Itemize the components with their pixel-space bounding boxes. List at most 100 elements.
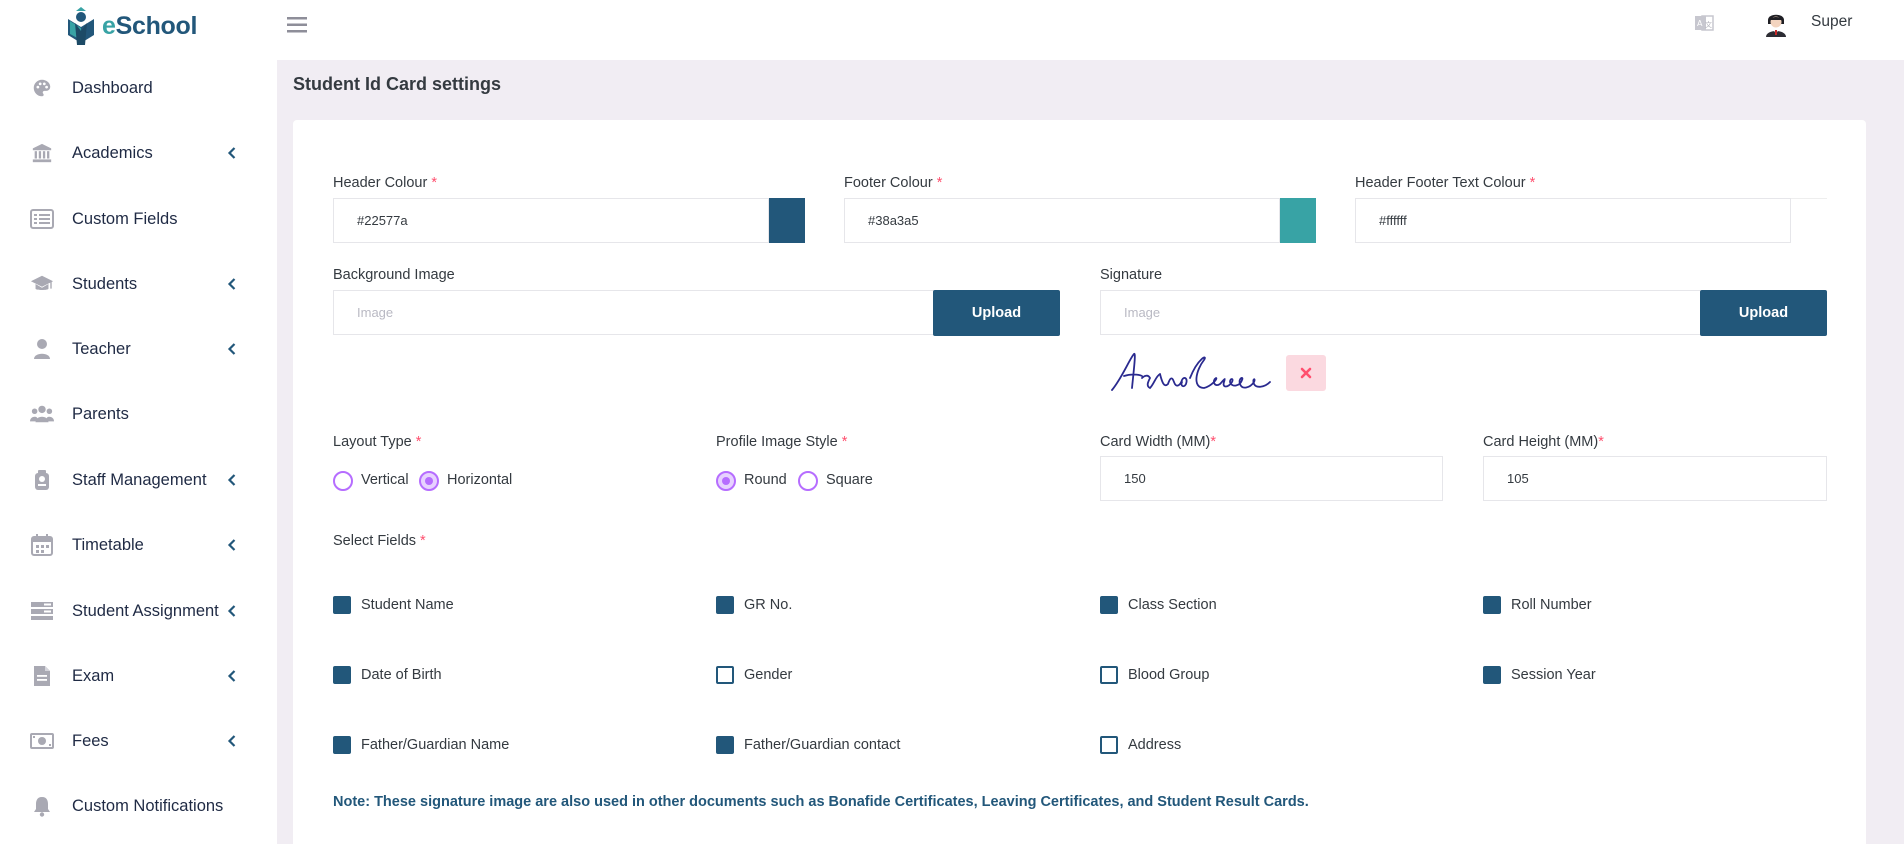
users-icon [30,402,54,426]
header-colour-input[interactable]: #22577a [333,198,769,243]
layout-horizontal-label[interactable]: Horizontal [447,472,512,488]
field-session-year-label[interactable]: Session Year [1511,667,1596,683]
field-gr-no-checkbox[interactable] [716,596,734,614]
signature-preview-image [1111,353,1271,391]
profile-round-label[interactable]: Round [744,472,787,488]
menu-toggle-icon[interactable] [285,14,309,36]
signature-input[interactable]: Image [1100,290,1701,335]
chevron-left-icon[interactable] [225,146,239,160]
field-blood-group-label[interactable]: Blood Group [1128,667,1209,683]
field-student-name-label[interactable]: Student Name [361,597,454,613]
field-father-guardian-name-label[interactable]: Father/Guardian Name [361,737,509,753]
field-gender-label[interactable]: Gender [744,667,792,683]
field-address-label[interactable]: Address [1128,737,1181,753]
close-icon [1300,367,1312,379]
sidebar-item-label: Teacher [72,339,131,358]
sidebar-item-custom-notifications[interactable]: Custom Notifications [0,776,277,836]
field-session-year-checkbox[interactable] [1483,666,1501,684]
tasks-icon [30,599,54,623]
header-colour-swatch[interactable] [769,198,805,243]
staff-icon [30,468,54,492]
footer-colour-label: Footer Colour * [844,175,943,191]
sidebar-item-staff-management[interactable]: Staff Management [0,450,277,510]
background-image-label: Background Image [333,267,455,283]
sidebar-item-exam[interactable]: Exam [0,646,277,706]
field-student-name-checkbox[interactable] [333,596,351,614]
field-father-guardian-contact-label[interactable]: Father/Guardian contact [744,737,900,753]
file-icon [30,664,54,688]
background-image-input[interactable]: Image [333,290,934,335]
field-date-of-birth-checkbox[interactable] [333,666,351,684]
avatar[interactable] [1763,10,1789,38]
app-logo[interactable]: eSchool [64,5,197,47]
svg-text:A: A [1697,19,1703,28]
layout-vertical-radio[interactable] [333,471,353,491]
field-roll-number-checkbox[interactable] [1483,596,1501,614]
svg-text:文: 文 [1705,20,1712,29]
sidebar: eSchool Dashboard Academics Custom Field… [0,0,277,844]
field-father-guardian-contact-checkbox[interactable] [716,736,734,754]
page-title: Student Id Card settings [293,74,502,94]
text-colour-input[interactable]: #ffffff [1355,198,1791,243]
chevron-left-icon[interactable] [225,277,239,291]
list-icon [30,207,54,231]
text-colour-swatch[interactable] [1791,198,1827,243]
sidebar-item-label: Custom Fields [72,209,178,228]
sidebar-item-students[interactable]: Students [0,254,277,314]
chevron-left-icon[interactable] [225,669,239,683]
signature-upload-button[interactable]: Upload [1700,290,1827,336]
sidebar-item-fees[interactable]: Fees [0,711,277,771]
user-name[interactable]: Super [1811,13,1852,31]
sidebar-item-label: Academics [72,143,153,162]
sidebar-item-academics[interactable]: Academics [0,123,277,183]
text-colour-label: Header Footer Text Colour * [1355,175,1536,191]
money-icon [30,729,54,753]
user-icon [30,337,54,361]
header-colour-label: Header Colour * [333,175,437,191]
layout-vertical-label[interactable]: Vertical [361,472,409,488]
sidebar-item-label: Timetable [72,535,144,554]
chevron-left-icon[interactable] [225,538,239,552]
chevron-left-icon[interactable] [225,604,239,618]
chevron-left-icon[interactable] [225,342,239,356]
calendar-icon [30,533,54,557]
card-width-label: Card Width (MM)* [1100,434,1217,450]
sidebar-item-label: Exam [72,666,115,685]
field-gr-no-label[interactable]: GR No. [744,597,792,613]
remove-signature-button[interactable] [1286,355,1326,391]
chevron-left-icon[interactable] [225,473,239,487]
layout-type-label: Layout Type * [333,434,422,450]
sidebar-item-custom-fields[interactable]: Custom Fields [0,189,277,249]
background-upload-button[interactable]: Upload [933,290,1060,336]
sidebar-item-dashboard[interactable]: Dashboard [0,58,277,118]
sidebar-item-teacher[interactable]: Teacher [0,319,277,379]
card-height-input[interactable]: 105 [1483,456,1827,501]
chevron-left-icon[interactable] [225,734,239,748]
language-icon[interactable]: A文 [1693,12,1715,34]
profile-square-radio[interactable] [798,471,818,491]
logo-text: eSchool [102,11,198,40]
sidebar-item-label: Students [72,274,138,293]
profile-round-radio[interactable] [716,471,736,491]
card-width-input[interactable]: 150 [1100,456,1443,501]
profile-square-label[interactable]: Square [826,472,873,488]
sidebar-item-student-assignment[interactable]: Student Assignment [0,581,277,641]
field-class-section-checkbox[interactable] [1100,596,1118,614]
field-date-of-birth-label[interactable]: Date of Birth [361,667,442,683]
layout-horizontal-radio[interactable] [419,471,439,491]
logo-icon [68,7,94,45]
field-gender-checkbox[interactable] [716,666,734,684]
sidebar-item-label: Custom Notifications [72,796,224,815]
footer-colour-swatch[interactable] [1280,198,1316,243]
sidebar-item-timetable[interactable]: Timetable [0,515,277,575]
field-address-checkbox[interactable] [1100,736,1118,754]
sidebar-item-label: Fees [72,731,109,750]
field-roll-number-label[interactable]: Roll Number [1511,597,1592,613]
sidebar-item-label: Dashboard [72,78,153,97]
sidebar-item-parents[interactable]: Parents [0,384,277,444]
field-father-guardian-name-checkbox[interactable] [333,736,351,754]
card-height-label: Card Height (MM)* [1483,434,1604,450]
footer-colour-input[interactable]: #38a3a5 [844,198,1280,243]
field-blood-group-checkbox[interactable] [1100,666,1118,684]
field-class-section-label[interactable]: Class Section [1128,597,1217,613]
